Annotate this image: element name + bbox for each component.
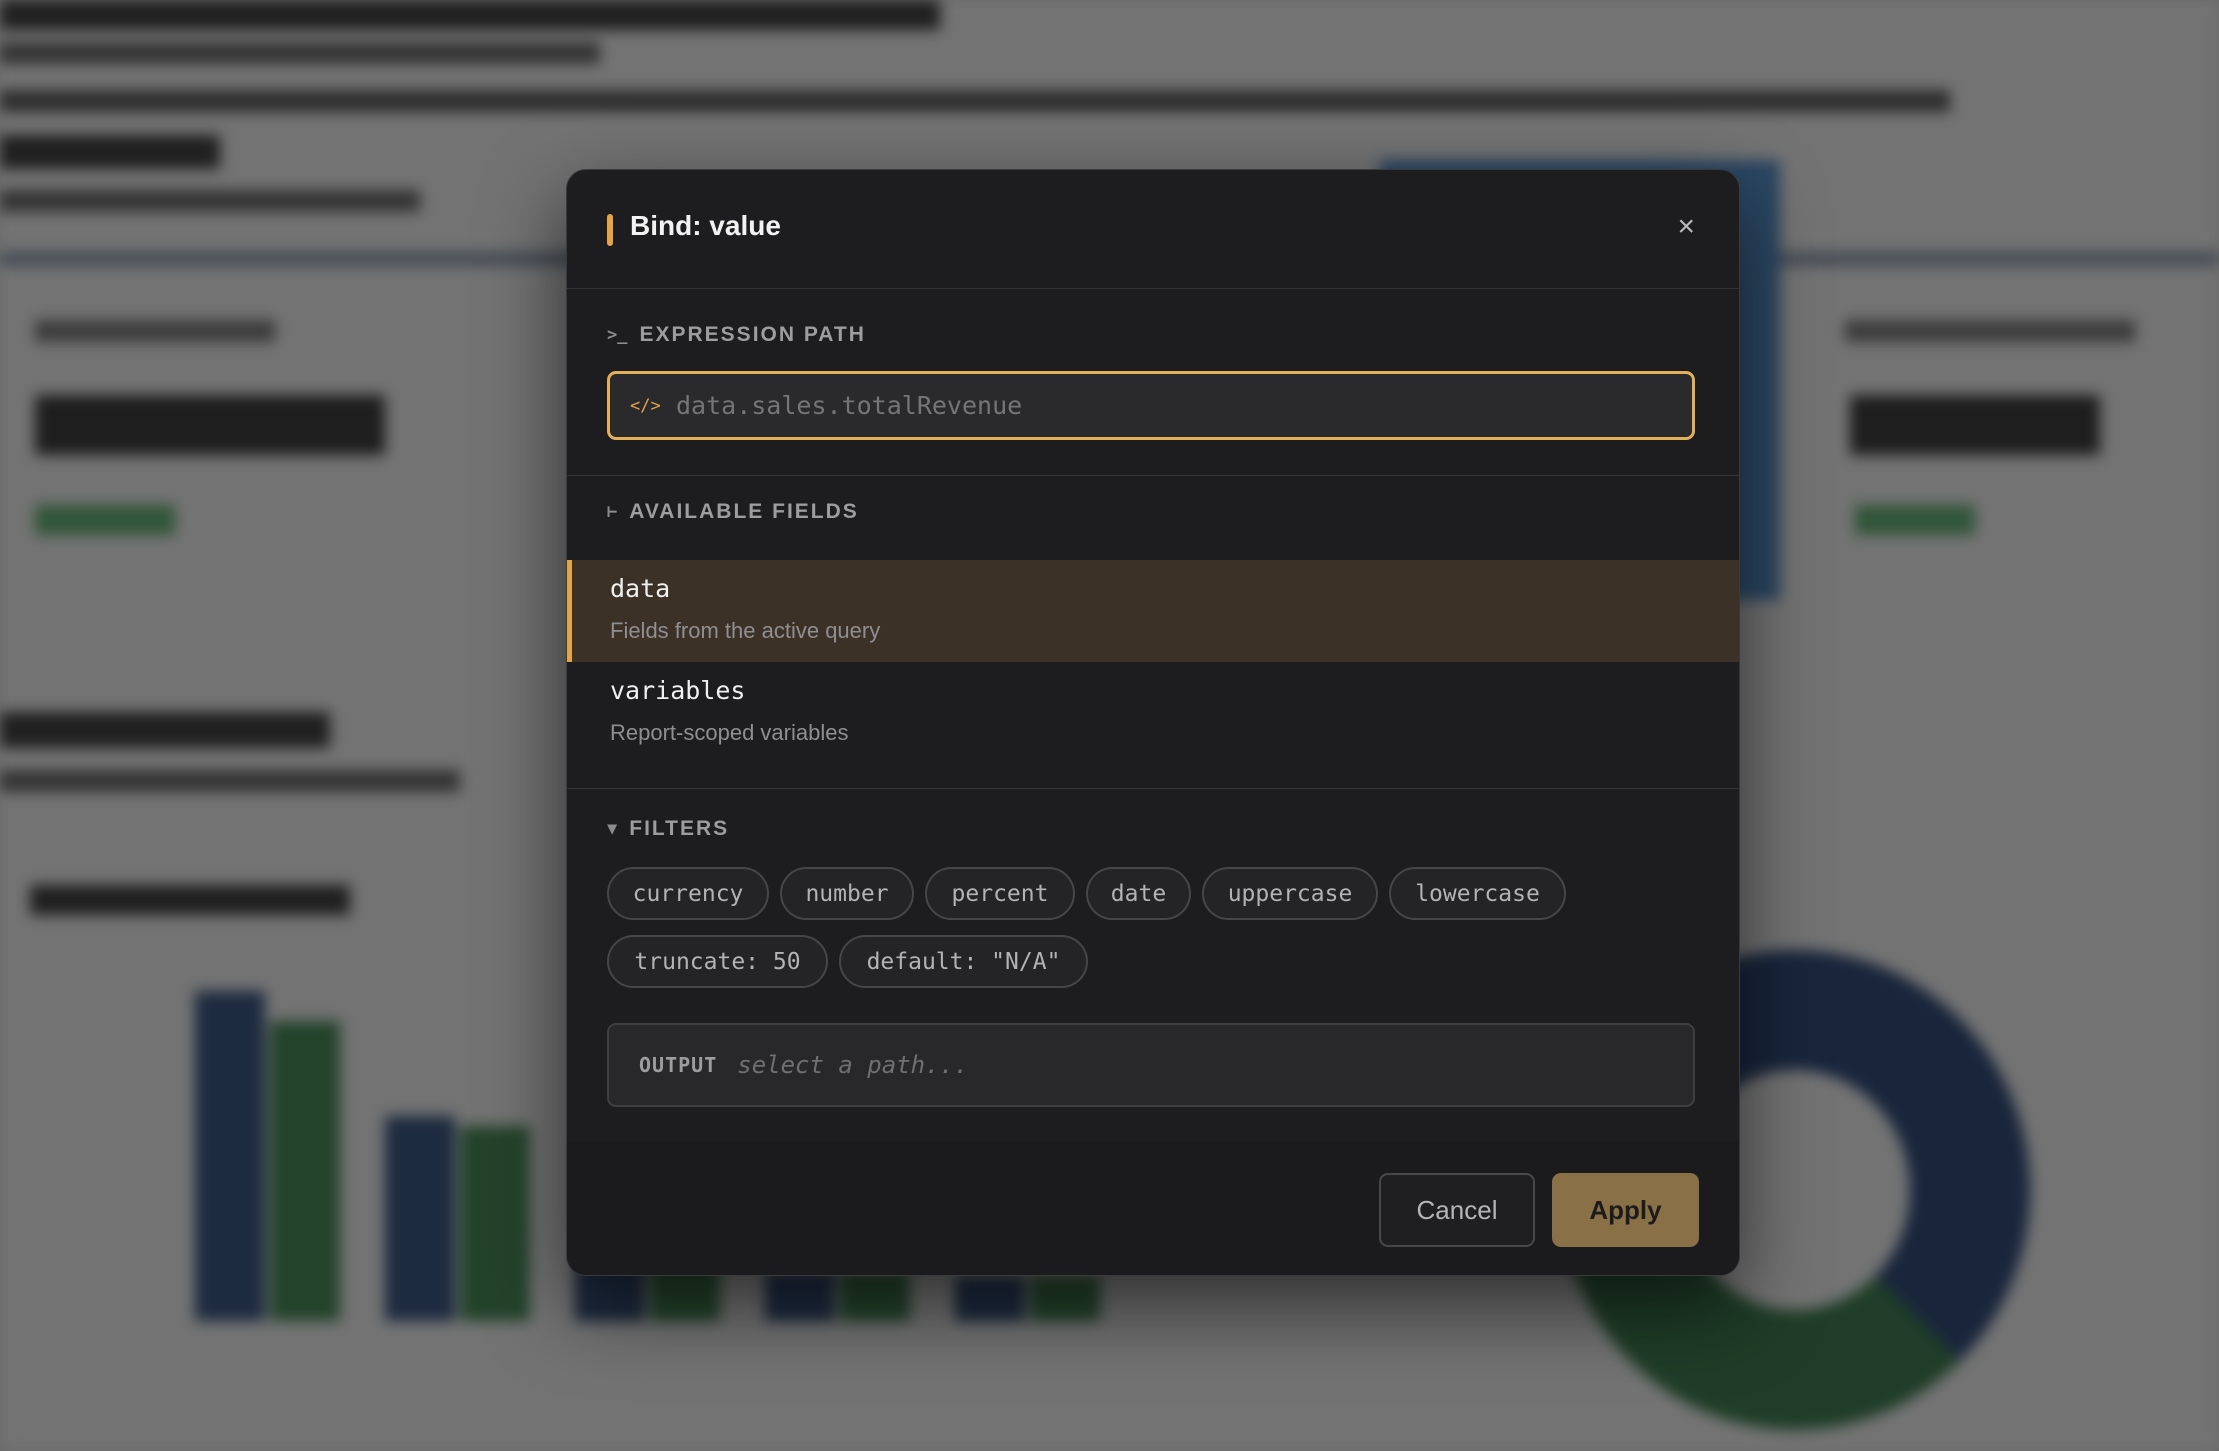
filter-chip-lowercase[interactable]: lowercase bbox=[1389, 867, 1566, 920]
expression-path-label-text: EXPRESSION PATH bbox=[639, 323, 866, 346]
dialog-title: Bind: value bbox=[630, 210, 781, 241]
output-label: OUTPUT bbox=[639, 1053, 718, 1077]
filters-label-text: FILTERS bbox=[629, 817, 730, 840]
dialog-footer: Cancel Apply bbox=[567, 1141, 1739, 1275]
expression-path-section: >_ EXPRESSION PATH </> data.sales.totalR… bbox=[567, 289, 1739, 476]
expression-path-value[interactable]: data.sales.totalRevenue bbox=[676, 391, 1022, 420]
filter-chip-currency[interactable]: currency bbox=[607, 867, 769, 920]
code-icon: </> bbox=[630, 395, 661, 416]
field-name: data bbox=[610, 574, 671, 603]
tree-icon: ⊢ bbox=[607, 502, 618, 522]
bind-dialog: Bind: value × >_ EXPRESSION PATH </> dat… bbox=[566, 169, 1740, 1276]
filter-chip-uppercase[interactable]: uppercase bbox=[1202, 867, 1378, 920]
cancel-button[interactable]: Cancel bbox=[1379, 1173, 1535, 1247]
filter-icon: ▼ bbox=[607, 819, 618, 839]
available-fields-label-text: AVAILABLE FIELDS bbox=[629, 500, 859, 523]
apply-button[interactable]: Apply bbox=[1552, 1173, 1699, 1247]
field-description: Report-scoped variables bbox=[610, 720, 849, 745]
available-fields-section: ⊢ AVAILABLE FIELDS data Fields from the … bbox=[567, 476, 1739, 789]
expression-path-label: >_ EXPRESSION PATH bbox=[607, 323, 866, 347]
filters-section: ▼ FILTERS currency number percent date u… bbox=[567, 789, 1739, 1142]
close-icon[interactable]: × bbox=[1677, 210, 1695, 244]
filter-chip-percent[interactable]: percent bbox=[925, 867, 1075, 920]
field-name: variables bbox=[610, 676, 746, 705]
expression-path-input[interactable]: </> data.sales.totalRevenue bbox=[607, 371, 1695, 440]
dialog-header: Bind: value × bbox=[567, 170, 1739, 289]
filter-chip-date[interactable]: date bbox=[1086, 867, 1191, 920]
filters-label: ▼ FILTERS bbox=[607, 817, 729, 841]
output-value: select a path... bbox=[737, 1051, 969, 1079]
filter-chip-default[interactable]: default: "N/A" bbox=[839, 935, 1088, 988]
available-fields-label: ⊢ AVAILABLE FIELDS bbox=[607, 500, 859, 524]
terminal-icon: >_ bbox=[607, 325, 628, 345]
title-accent-bar bbox=[607, 214, 613, 246]
filter-chip-truncate[interactable]: truncate: 50 bbox=[607, 935, 828, 988]
field-description: Fields from the active query bbox=[610, 618, 881, 643]
output-preview: OUTPUT select a path... bbox=[607, 1023, 1695, 1107]
active-indicator bbox=[567, 560, 572, 662]
filter-chip-number[interactable]: number bbox=[780, 867, 914, 920]
field-item-variables[interactable]: variables Report-scoped variables bbox=[567, 662, 1739, 764]
field-item-data[interactable]: data Fields from the active query bbox=[567, 560, 1739, 662]
